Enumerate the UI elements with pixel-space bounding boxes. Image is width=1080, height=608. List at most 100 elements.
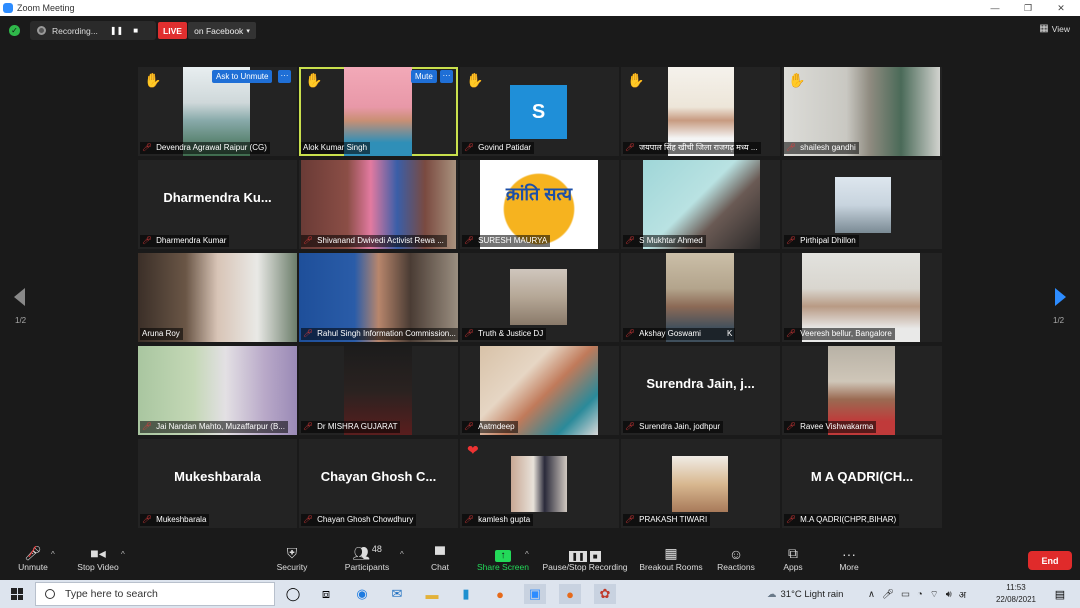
muted-mic-icon: 🎤︎ (464, 515, 475, 524)
security-shield-icon[interactable]: ✓ (9, 25, 20, 36)
close-button[interactable]: ✕ (1046, 0, 1076, 16)
participant-tile[interactable]: 🎤︎ Ravee Vishwakarma (782, 346, 942, 435)
pause-stop-recording-button[interactable]: ❚❚ ■ Pause/Stop Recording (540, 544, 630, 572)
breakout-rooms-button[interactable]: ▦ Breakout Rooms (636, 544, 706, 572)
previous-page-arrow-icon[interactable] (14, 288, 25, 306)
heart-reaction-icon: ❤ (467, 442, 479, 458)
windows-start-icon[interactable] (11, 588, 23, 600)
participant-name: 🎤︎ Veeresh bellur, Bangalore (784, 328, 895, 340)
page-indicator-left: 1/2 (15, 316, 27, 325)
task-view-icon[interactable]: ⧈ (315, 584, 337, 604)
recording-label: Recording... (52, 25, 98, 36)
taskbar-search-input[interactable]: Type here to search (35, 582, 275, 606)
participant-tile-active-speaker[interactable]: ✋ Mute ··· Alok Kumar Singh (299, 67, 458, 156)
language-icon[interactable]: अ (959, 588, 966, 601)
participant-tile[interactable]: 🎤︎ Jai Nandan Mahto, Muzaffarpur (B... (138, 346, 297, 435)
phone-link-icon[interactable]: ▮ (455, 584, 477, 604)
muted-mic-icon: 🎤︎ (625, 422, 636, 431)
participant-tile[interactable]: M A QADRI(CH... 🎤︎ M.A QADRI(CHPR,BIHAR) (782, 439, 942, 528)
network-icon[interactable]: ◔ (917, 589, 923, 600)
edge-browser-icon[interactable]: ◉ (351, 584, 373, 604)
more-options-button[interactable]: ··· (440, 70, 453, 83)
firefox-icon[interactable]: ● (489, 584, 511, 604)
paint-icon[interactable]: ✿ (594, 584, 616, 604)
zoom-logo-icon (3, 3, 13, 13)
unmute-button[interactable]: 🎤︎ ⁄ Unmute (13, 544, 53, 572)
participant-tile[interactable]: ✋ 🎤︎ shailesh gandhi (782, 67, 942, 156)
maximize-button[interactable]: ❐ (1013, 0, 1043, 16)
mute-button[interactable]: Mute (411, 70, 437, 83)
participant-tile[interactable]: 🎤︎ Rahul Singh Information Commission... (299, 253, 458, 342)
participant-video (835, 177, 891, 233)
participant-tile[interactable]: क्रांति सत्य 🎤︎ SURESH MAURYA (460, 160, 619, 249)
participants-options-caret-icon[interactable]: ^ (400, 550, 404, 559)
participant-tile[interactable]: 🎤︎ Veeresh bellur, Bangalore (782, 253, 942, 342)
participant-tile[interactable]: 🎤︎ S Mukhtar Ahmed (621, 160, 780, 249)
more-button[interactable]: ··· More (832, 544, 866, 572)
chat-button[interactable]: ▀ Chat (425, 544, 455, 572)
participant-name: 🎤︎ shailesh gandhi (784, 142, 859, 154)
end-meeting-button[interactable]: End (1028, 551, 1072, 570)
mail-icon[interactable]: ✉ (386, 584, 408, 604)
muted-mic-icon: 🎤︎ (625, 515, 636, 524)
participant-tile[interactable]: Mukeshbarala 🎤︎ Mukeshbarala (138, 439, 297, 528)
stop-video-button[interactable]: ■◂ Stop Video (73, 544, 123, 572)
pause-recording-icon[interactable]: ❚❚ (110, 26, 123, 35)
notification-icon[interactable]: ▤ (1049, 584, 1071, 604)
microphone-tray-icon[interactable]: 🎤︎ (882, 589, 894, 600)
recording-indicator: Recording... ❚❚ ■ (30, 21, 156, 40)
participant-tile[interactable]: 🎤︎ Aatmdeep (460, 346, 619, 435)
participant-tile[interactable]: 🎤︎ Akshay Goswami K (621, 253, 780, 342)
audio-options-caret-icon[interactable]: ^ (51, 550, 55, 559)
pause-stop-recording-label: Pause/Stop Recording (542, 562, 628, 572)
participant-tile[interactable]: Aruna Roy (138, 253, 297, 342)
apps-label: Apps (783, 562, 803, 572)
volume-icon[interactable]: 🔊︎ (946, 589, 952, 600)
participant-tile[interactable]: Surendra Jain, j... 🎤︎ Surendra Jain, jod… (621, 346, 780, 435)
participant-name: 🎤︎ kamlesh gupta (462, 514, 534, 526)
participant-tile[interactable]: 🎤︎ Dr MISHRA GUJARAT (299, 346, 458, 435)
muted-mic-icon: 🎤︎ (142, 236, 153, 245)
next-page-arrow-icon[interactable] (1055, 288, 1066, 306)
meeting-topbar: ✓ Recording... ❚❚ ■ LIVE on Facebook ▾ ▦… (0, 16, 1080, 46)
participant-tile[interactable]: 🎤︎ Truth & Justice DJ (460, 253, 619, 342)
participant-tile[interactable]: Chayan Ghosh C... 🎤︎ Chayan Ghosh Chowdhu… (299, 439, 458, 528)
file-explorer-icon[interactable]: ▬ (421, 584, 443, 604)
video-options-caret-icon[interactable]: ^ (121, 550, 125, 559)
shield-icon: ⛨ (286, 545, 298, 561)
cortana-icon[interactable]: ◯ (282, 584, 304, 604)
stop-recording-icon[interactable]: ■ (133, 26, 138, 35)
participant-tile[interactable]: Dharmendra Ku... 🎤︎ Dharmendra Kumar (138, 160, 297, 249)
participant-tile[interactable]: 🎤︎ Shivanand Dwivedi Activist Rewa ... (299, 160, 458, 249)
more-options-button[interactable]: ··· (278, 70, 291, 83)
firefox-window-icon[interactable]: ● (559, 584, 581, 604)
reactions-button[interactable]: ☺ Reactions (714, 544, 758, 572)
chevron-up-icon[interactable]: ∧ (868, 589, 875, 600)
taskbar-clock[interactable]: 11:53 22/08/2021 (990, 582, 1042, 606)
muted-mic-icon: 🎤︎ (786, 143, 797, 152)
live-stream-dropdown[interactable]: on Facebook ▾ (188, 22, 256, 39)
zoom-taskbar-icon[interactable]: ▣ (524, 584, 546, 604)
unmute-label: Unmute (18, 562, 48, 572)
view-button[interactable]: ▦ View (1039, 23, 1070, 34)
participant-display-name: Surendra Jain, j... (646, 376, 755, 391)
minimize-button[interactable]: — (980, 0, 1010, 16)
participant-tile[interactable]: ✋ 🎤︎ जयपाल सिंह खीची जिला राजगढ़ मध्य ... (621, 67, 780, 156)
participant-tile[interactable]: 🎤︎ PRAKASH TIWARI (621, 439, 780, 528)
participants-button[interactable]: 👥︎ 48 Participants (340, 544, 394, 572)
share-options-caret-icon[interactable]: ^ (525, 550, 529, 559)
wifi-icon[interactable]: ⌔ (930, 589, 939, 600)
participant-tile[interactable]: ❤ 🎤︎ kamlesh gupta (460, 439, 619, 528)
security-button[interactable]: ⛨ Security (272, 544, 312, 572)
live-badge[interactable]: LIVE (158, 22, 187, 39)
participant-tile[interactable]: 🎤︎ Pirthipal Dhillon (782, 160, 942, 249)
participant-tile[interactable]: ✋ S 🎤︎ Govind Patidar (460, 67, 619, 156)
weather-widget[interactable]: ☁ 31°C Light rain (767, 580, 843, 608)
participant-tile[interactable]: ✋ Ask to Unmute ··· 🎤︎ Devendra Agrawal R… (138, 67, 297, 156)
participant-name: 🎤︎ Rahul Singh Information Commission... (301, 328, 458, 340)
apps-button[interactable]: ⧉ Apps (776, 544, 810, 572)
share-screen-button[interactable]: ↑ Share Screen (476, 544, 530, 572)
battery-icon[interactable]: ▭ (901, 589, 910, 600)
ask-to-unmute-button[interactable]: Ask to Unmute (212, 70, 273, 83)
participant-name: 🎤︎ Surendra Jain, jodhpur (623, 421, 724, 433)
